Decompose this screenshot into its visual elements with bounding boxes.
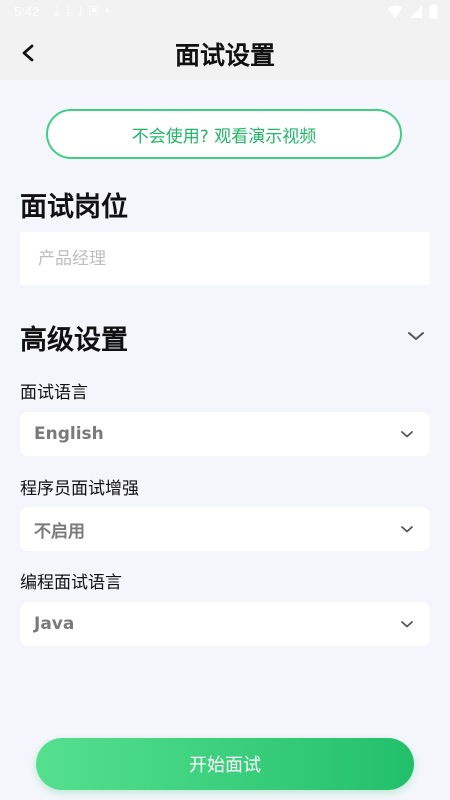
programmer-enhance-select[interactable]: 不启用 bbox=[20, 507, 430, 551]
dot-icon: • bbox=[105, 3, 116, 18]
notification-icons: ⤓⤓⤓▣• bbox=[54, 3, 116, 19]
page-title: 面试设置 bbox=[174, 41, 275, 70]
start-interview-button[interactable]: 开始面试 bbox=[36, 738, 414, 790]
position-section-title: 面试岗位 bbox=[20, 192, 128, 223]
download-icon: ⤓ bbox=[77, 3, 90, 18]
download-icon: ⤓ bbox=[65, 3, 78, 18]
chevron-down-icon bbox=[401, 621, 413, 628]
coding-language-label: 编程面试语言 bbox=[20, 573, 122, 593]
coding-language-select[interactable]: Java bbox=[20, 602, 430, 646]
photo-icon: ▣ bbox=[89, 3, 106, 18]
start-button-label: 开始面试 bbox=[189, 755, 261, 776]
watch-demo-video-button[interactable]: 不会使用? 观看演示视频 bbox=[46, 109, 402, 159]
position-input[interactable] bbox=[20, 232, 430, 285]
interview-language-label: 面试语言 bbox=[20, 383, 88, 403]
demo-button-label: 不会使用? 观看演示视频 bbox=[131, 126, 317, 147]
app-header: 面试设置 bbox=[0, 24, 450, 80]
system-icons bbox=[387, 4, 438, 19]
status-bar: 5:42 ⤓⤓⤓▣• bbox=[0, 0, 450, 24]
battery-icon bbox=[429, 4, 438, 19]
chevron-down-icon bbox=[401, 431, 413, 438]
wifi-icon bbox=[387, 5, 403, 18]
chevron-down-icon bbox=[401, 526, 413, 533]
signal-icon bbox=[410, 5, 422, 18]
chevron-down-icon bbox=[408, 332, 424, 340]
programmer-enhance-value: 不启用 bbox=[34, 521, 85, 542]
status-time: 5:42 bbox=[14, 4, 40, 19]
advanced-collapse-toggle[interactable] bbox=[404, 324, 428, 348]
programmer-enhance-label: 程序员面试增强 bbox=[20, 479, 139, 499]
advanced-section-title: 高级设置 bbox=[20, 325, 128, 356]
coding-language-value: Java bbox=[34, 614, 75, 634]
interview-language-value: English bbox=[34, 424, 104, 444]
interview-language-select[interactable]: English bbox=[20, 412, 430, 456]
download-icon: ⤓ bbox=[54, 3, 66, 18]
